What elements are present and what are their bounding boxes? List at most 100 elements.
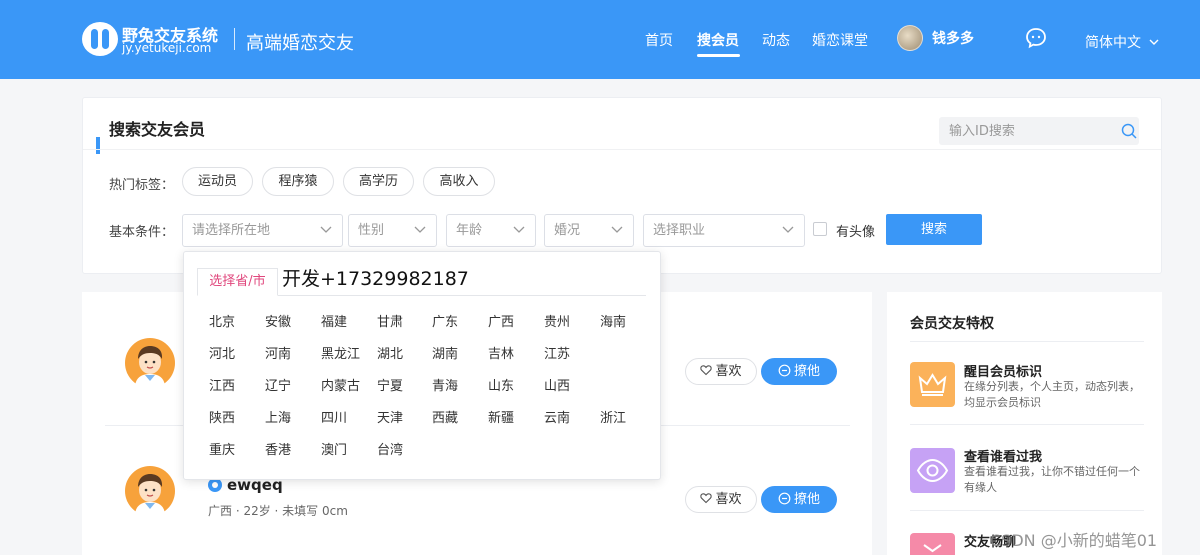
tab-province-city[interactable]: 选择省/市 <box>197 268 278 296</box>
hot-tag-athlete[interactable]: 运动员 <box>182 167 253 196</box>
hot-tag-programmer[interactable]: 程序猿 <box>262 167 334 196</box>
privilege-desc: 查看谁看过我，让你不错过任何一个有缘人 <box>964 465 1140 494</box>
crown-icon <box>910 362 955 407</box>
region-option[interactable]: 吉林 <box>488 343 514 362</box>
location-select[interactable]: 请选择所在地 <box>182 214 343 247</box>
region-option[interactable]: 上海 <box>265 407 291 426</box>
location-select-value: 请选择所在地 <box>192 223 271 238</box>
chevron-down-icon <box>782 226 794 233</box>
heart-icon <box>700 365 713 376</box>
region-option[interactable]: 澳门 <box>321 439 347 458</box>
male-gender-icon <box>208 478 222 492</box>
nav-active-indicator <box>697 54 740 57</box>
id-search-input[interactable] <box>939 117 1139 145</box>
region-option[interactable]: 湖北 <box>377 343 403 362</box>
region-option[interactable]: 江西 <box>209 375 235 394</box>
region-option[interactable]: 辽宁 <box>265 375 291 394</box>
language-switcher[interactable]: 简体中文 <box>1085 32 1159 52</box>
marital-select[interactable]: 婚况 <box>544 214 634 247</box>
flirt-button[interactable]: 撩他 <box>761 358 837 385</box>
message-icon <box>778 364 791 377</box>
chevron-down-icon <box>414 226 426 233</box>
privileges-divider <box>910 510 1144 511</box>
chevron-down-icon <box>1149 39 1159 45</box>
nav-search-members[interactable]: 搜会员 <box>697 30 739 50</box>
logo-url: jy.yetukeji.com <box>122 41 212 55</box>
site-logo[interactable]: 野兔交友系统 jy.yetukeji.com <box>82 20 227 58</box>
region-option[interactable]: 海南 <box>600 311 626 330</box>
language-label: 简体中文 <box>1085 35 1141 51</box>
developer-contact-text: 开发+17329982187 <box>282 268 469 290</box>
region-option[interactable]: 北京 <box>209 311 235 330</box>
has-avatar-checkbox[interactable] <box>813 222 827 236</box>
nav-dating-class[interactable]: 婚恋课堂 <box>812 30 868 50</box>
chat-bubble-icon[interactable] <box>1025 27 1047 49</box>
slogan-divider <box>234 28 235 50</box>
flirt-label: 撩他 <box>793 492 820 507</box>
privileges-divider <box>910 341 1144 342</box>
region-option[interactable]: 甘肃 <box>377 311 403 330</box>
region-option[interactable]: 内蒙古 <box>321 375 360 394</box>
region-option[interactable]: 江苏 <box>544 343 570 362</box>
gender-select[interactable]: 性别 <box>348 214 437 247</box>
chevron-down-icon <box>611 226 623 233</box>
member-avatar[interactable] <box>125 338 175 388</box>
region-option[interactable]: 广西 <box>488 311 514 330</box>
flirt-button[interactable]: 撩他 <box>761 486 837 513</box>
region-option[interactable]: 四川 <box>321 407 347 426</box>
chevron-down-icon <box>320 226 332 233</box>
nav-home[interactable]: 首页 <box>645 30 673 50</box>
region-option[interactable]: 西藏 <box>432 407 458 426</box>
region-option[interactable]: 天津 <box>377 407 403 426</box>
username[interactable]: 钱多多 <box>932 28 974 48</box>
hot-tags-label: 热门标签： <box>109 178 175 193</box>
mail-icon <box>910 533 955 555</box>
region-option[interactable]: 湖南 <box>432 343 458 362</box>
region-option[interactable]: 山东 <box>488 375 514 394</box>
age-select[interactable]: 年龄 <box>446 214 536 247</box>
rabbit-logo-icon <box>82 22 118 56</box>
region-option[interactable]: 广东 <box>432 311 458 330</box>
privileges-title: 会员交友特权 <box>910 316 994 332</box>
search-button[interactable]: 搜索 <box>886 214 982 245</box>
region-option[interactable]: 新疆 <box>488 407 514 426</box>
hot-tag-high-income[interactable]: 高收入 <box>423 167 495 196</box>
region-option[interactable]: 台湾 <box>377 439 403 458</box>
privilege-desc: 在缘分列表，个人主页，动态列表，均显示会员标识 <box>964 380 1140 409</box>
heart-icon <box>700 493 713 504</box>
privilege-name: 醒目会员标识 <box>964 365 1043 380</box>
like-button[interactable]: 喜欢 <box>685 358 757 385</box>
region-option[interactable]: 安徽 <box>265 311 291 330</box>
age-select-value: 年龄 <box>456 223 483 238</box>
user-avatar[interactable] <box>897 25 923 51</box>
title-accent-bar <box>96 137 100 154</box>
privilege-name: 查看谁看过我 <box>964 450 1043 465</box>
region-option[interactable]: 河南 <box>265 343 291 362</box>
region-option[interactable]: 香港 <box>265 439 291 458</box>
region-option[interactable]: 河北 <box>209 343 235 362</box>
region-option[interactable]: 青海 <box>432 375 458 394</box>
region-option[interactable]: 黑龙江 <box>321 343 360 362</box>
hot-tag-high-education[interactable]: 高学历 <box>343 167 414 196</box>
search-panel-divider <box>83 149 1161 150</box>
job-select-value: 选择职业 <box>653 223 706 238</box>
region-option[interactable]: 贵州 <box>544 311 570 330</box>
eye-icon <box>910 448 955 493</box>
region-option[interactable]: 云南 <box>544 407 570 426</box>
chevron-down-icon <box>513 226 525 233</box>
basic-conditions-label: 基本条件： <box>109 225 175 240</box>
region-option[interactable]: 宁夏 <box>377 375 403 394</box>
region-option[interactable]: 陕西 <box>209 407 235 426</box>
region-option[interactable]: 浙江 <box>600 407 626 426</box>
job-select[interactable]: 选择职业 <box>643 214 805 247</box>
has-avatar-label[interactable]: 有头像 <box>836 221 875 240</box>
region-option[interactable]: 重庆 <box>209 439 235 458</box>
search-icon[interactable] <box>1120 122 1138 140</box>
like-button[interactable]: 喜欢 <box>685 486 757 513</box>
privileges-divider <box>910 424 1144 425</box>
marital-select-value: 婚况 <box>554 223 581 238</box>
region-option[interactable]: 山西 <box>544 375 570 394</box>
nav-moments[interactable]: 动态 <box>762 30 790 50</box>
region-option[interactable]: 福建 <box>321 311 347 330</box>
member-avatar[interactable] <box>125 466 175 516</box>
